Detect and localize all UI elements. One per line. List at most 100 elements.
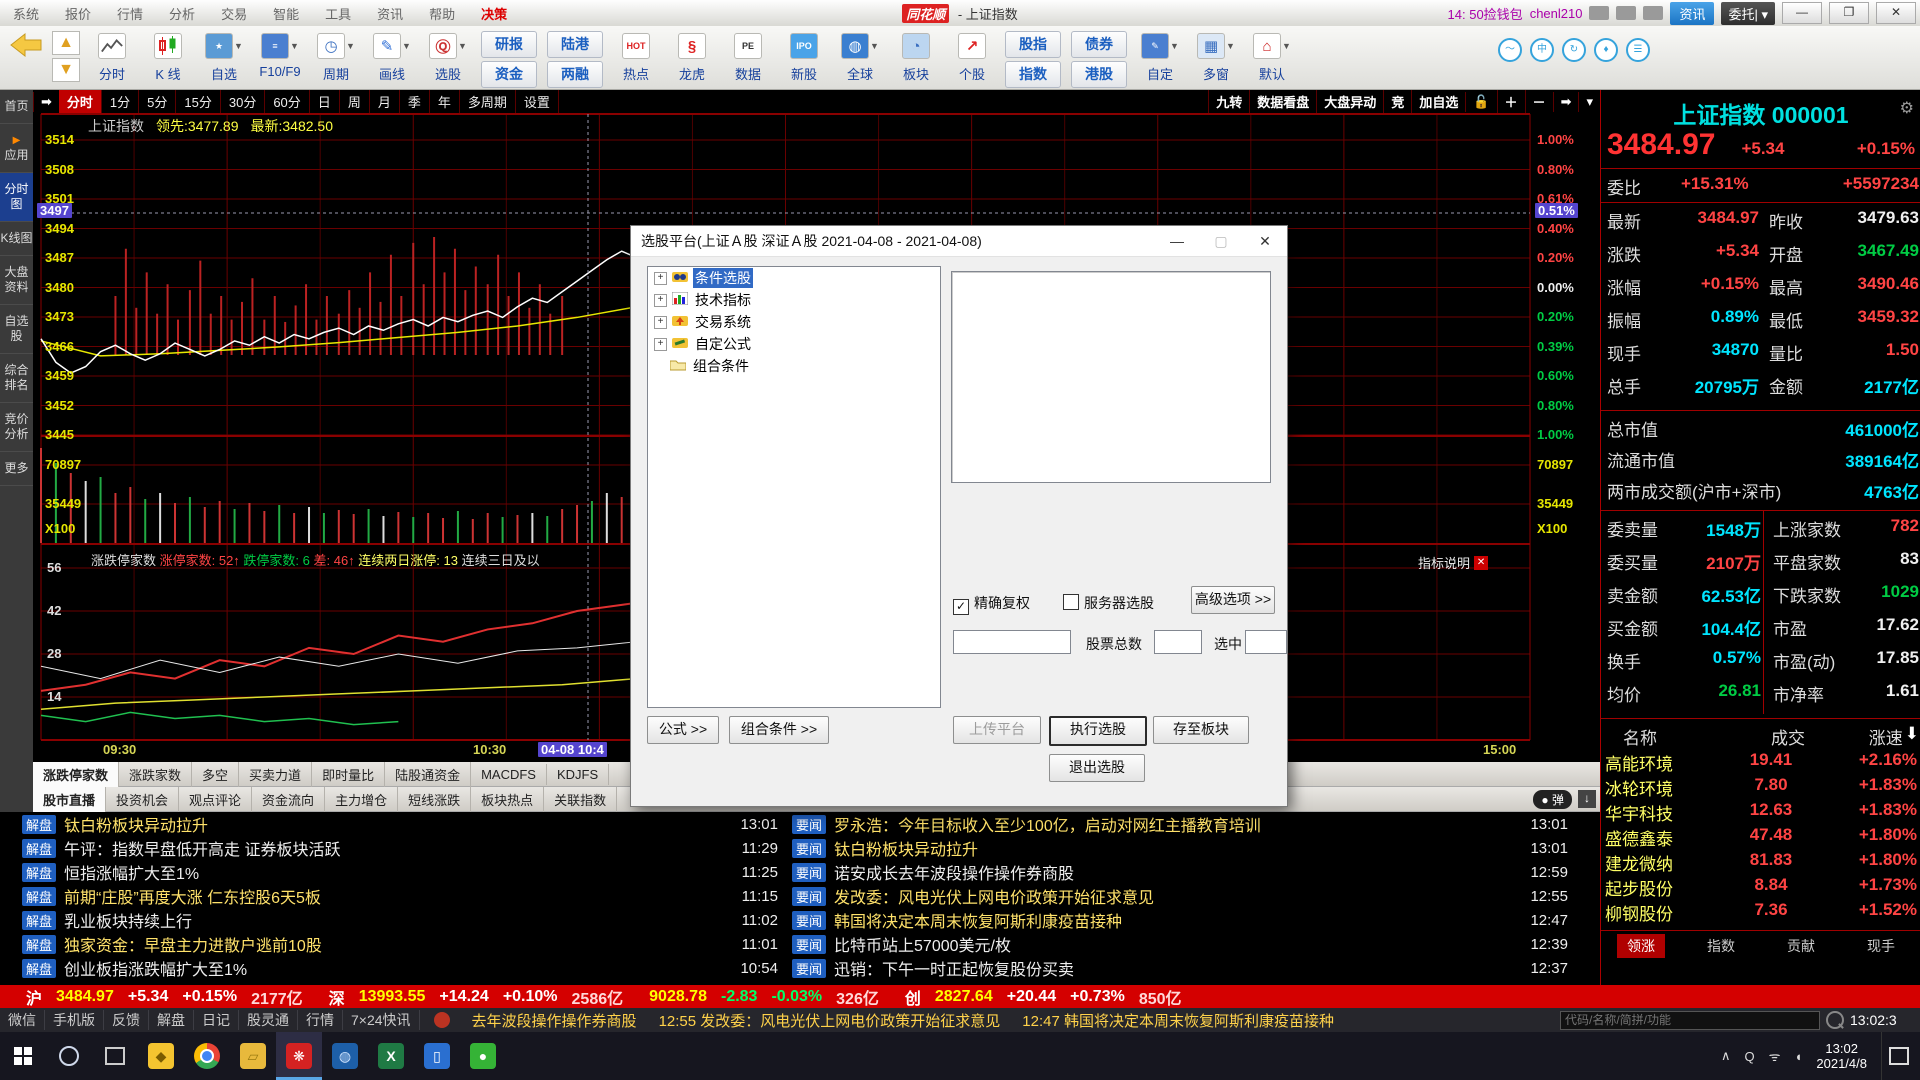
tool-自定[interactable]: ✎▼自定 [1132,30,1188,83]
caret-down-icon[interactable]: ▼ [458,41,467,51]
caret-down-icon[interactable]: ▼ [402,41,411,51]
selected-count-field[interactable] [1245,630,1287,654]
tool-画线[interactable]: ✎▼画线 [364,30,420,83]
tool-热点[interactable]: HOT热点 [608,30,664,83]
menu-报价[interactable]: 报价 [52,4,104,23]
ticker-link-微信[interactable]: 微信 [0,1010,45,1030]
username[interactable]: chenl210 [1530,6,1583,21]
minus-icon[interactable]: － [1525,90,1553,113]
news-item[interactable]: 解盘恒指涨幅扩大至1%11:25 [22,860,792,884]
ticker-link-7×24快讯[interactable]: 7×24快讯 [343,1010,420,1030]
menu-帮助[interactable]: 帮助 [416,4,468,23]
news-item[interactable]: 要闻诺安成长去年波段操作操作券商股12:59 [792,860,1582,884]
sidebar-item-自选股[interactable]: 自选股 [0,305,33,354]
panel-tab-贡献[interactable]: 贡献 [1777,934,1825,958]
info-tab-板块热点[interactable]: 板块热点 [471,787,544,812]
plus-icon[interactable]: ＋ [1497,90,1525,113]
notice-text[interactable]: 14: 50捡钱包 [1448,4,1523,23]
jump-icon[interactable]: ➡ [33,92,59,112]
period-tab-年[interactable]: 年 [430,90,460,113]
caret-down-icon[interactable]: ▼ [1226,41,1235,51]
news-item[interactable]: 要闻韩国将决定本周末恢复阿斯利康疫苗接种12:47 [792,908,1582,932]
lock-icon[interactable]: 🔓 [1465,92,1496,112]
tool-两融[interactable]: 两融 [547,61,603,88]
chart-tool-九转[interactable]: 九转 [1208,90,1249,113]
sidebar-item-首页[interactable]: 首页 [0,90,33,124]
info-tab-关联指数[interactable]: 关联指数 [544,787,617,812]
index-group[interactable]: 深13993.55+14.24+0.10%2586亿 [329,985,623,1009]
tool-选股[interactable]: Ⓠ▼选股 [420,30,476,83]
restore-button[interactable]: ❐ [1829,2,1869,24]
caret-down-icon[interactable]: ▾ [1578,92,1600,112]
replay-icon[interactable]: ↻ [1562,38,1586,62]
taskbar-clock[interactable]: 13:022021/4/8 [1816,1041,1867,1071]
mail-icon[interactable] [1589,6,1609,20]
period-tab-月[interactable]: 月 [370,90,400,113]
period-tab-15分[interactable]: 15分 [176,90,220,113]
combo-condition-button[interactable]: 组合条件 >> [729,716,829,744]
page-up-icon[interactable]: ▲ [52,31,80,55]
period-tab-5分[interactable]: 5分 [139,90,176,113]
total-count-field[interactable] [1154,630,1202,654]
indicator-tab-多空[interactable]: 多空 [192,762,239,787]
save-to-board-button[interactable]: 存至板块 [1153,716,1249,744]
chart-tool-竞[interactable]: 竞 [1383,90,1411,113]
formula-button[interactable]: 公式 >> [647,716,719,744]
tool-新股[interactable]: IPO新股 [776,30,832,83]
info-tab-投资机会[interactable]: 投资机会 [106,787,179,812]
tool-板块[interactable]: ◔板块 [888,30,944,83]
network-icon[interactable]: ᯤ [1769,1047,1781,1065]
stock-list-row[interactable]: 柳钢股份7.36+1.52% [1605,900,1917,925]
info-tab-资金流向[interactable]: 资金流向 [252,787,325,812]
jump-icon[interactable]: ➡ [1553,92,1579,112]
tree-item-交易系统[interactable]: +交易系统 [648,311,940,333]
tool-K 线[interactable]: K 线 [140,30,196,83]
period-tab-设置[interactable]: 设置 [516,90,559,113]
info-tab-股市直播[interactable]: 股市直播 [33,787,106,812]
menu-智能[interactable]: 智能 [260,4,312,23]
sidebar-item-应用[interactable]: ▶应用 [0,124,33,173]
chart-tool-数据看盘[interactable]: 数据看盘 [1249,90,1316,113]
tree-item-条件选股[interactable]: +条件选股 [648,267,940,289]
exit-screener-button[interactable]: 退出选股 [1049,754,1145,782]
expand-icon[interactable]: + [654,294,667,307]
period-tab-60分[interactable]: 60分 [265,90,309,113]
sidebar-item-分时图[interactable]: 分时图 [0,173,33,222]
globe-app-icon[interactable]: ◍ [322,1032,368,1080]
indicator-tab-涨跌停家数[interactable]: 涨跌停家数 [33,762,119,787]
index-group[interactable]: 沪3484.97+5.34+0.15%2177亿 [26,985,303,1009]
scroll-down-icon[interactable]: ↓ [1578,790,1596,808]
ths-app-icon[interactable]: ❋ [276,1032,322,1080]
stock-list-row[interactable]: 高能环境19.41+2.16% [1605,750,1917,775]
news-item[interactable]: 要闻迅销：下午一时正起恢复股份买卖12:37 [792,956,1582,980]
mobile-app-icon[interactable]: ▯ [414,1032,460,1080]
period-tab-多周期[interactable]: 多周期 [460,90,516,113]
back-button[interactable] [0,30,52,65]
sidebar-item-综合排名[interactable]: 综合排名 [0,354,33,403]
period-tab-分时[interactable]: 分时 [59,90,102,113]
menu-资讯[interactable]: 资讯 [364,4,416,23]
tool-周期[interactable]: ◷▼周期 [308,30,364,83]
finance-app-icon[interactable]: ◆ [138,1032,184,1080]
index-group[interactable]: 9028.78-2.83-0.03%326亿 [649,985,879,1009]
tree-item-技术指标[interactable]: +技术指标 [648,289,940,311]
panel-tab-现手[interactable]: 现手 [1857,934,1905,958]
news-item[interactable]: 解盘钛白粉板块异动拉升13:01 [22,812,792,836]
tool-全球[interactable]: ◍▼全球 [832,30,888,83]
sort-down-icon[interactable]: ⬇ [1905,724,1919,749]
ticker-link-手机版[interactable]: 手机版 [45,1010,104,1030]
taskview-icon[interactable] [92,1032,138,1080]
menu-分析[interactable]: 分析 [156,4,208,23]
symbol-search-input[interactable] [1560,1011,1820,1030]
expand-icon[interactable]: + [654,316,667,329]
menu-icon[interactable]: ☰ [1626,38,1650,62]
page-down-icon[interactable]: ▼ [52,58,80,82]
server-select-checkbox[interactable]: 服务器选股 [1063,593,1154,613]
stock-list-row[interactable]: 建龙微纳81.83+1.80% [1605,850,1917,875]
sidebar-item-K线图[interactable]: K线图 [0,222,33,256]
mic-icon[interactable]: ♦ [1594,38,1618,62]
ticker-link-解盘[interactable]: 解盘 [149,1010,194,1030]
indicator-tab-陆股通资金[interactable]: 陆股通资金 [385,762,471,787]
news-item[interactable]: 解盘前期“庄股”再度大涨 仁东控股6天5板11:15 [22,884,792,908]
news-item[interactable]: 解盘独家资金：早盘主力进散户逃前10股11:01 [22,932,792,956]
